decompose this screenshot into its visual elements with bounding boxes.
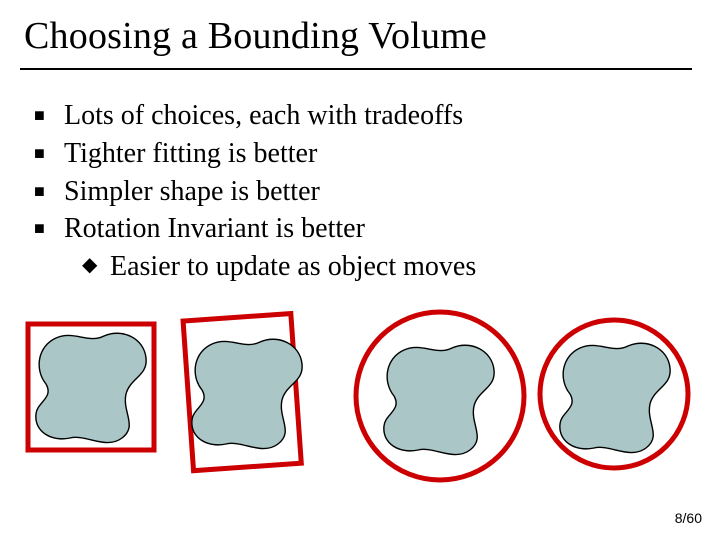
bullet-text: Lots of choices, each with tradeoffs — [64, 98, 674, 134]
bullet-list: ■ Lots of choices, each with tradeoffs ■… — [34, 98, 674, 285]
illustration-row — [18, 308, 702, 488]
title-underline — [20, 68, 692, 70]
figure-obb — [183, 314, 302, 471]
figure-sphere-tight — [540, 320, 688, 468]
sub-list-item: ◆ Easier to update as object moves — [82, 249, 674, 285]
list-item: ■ Simpler shape is better — [34, 174, 674, 210]
diamond-bullet-icon: ◆ — [82, 249, 110, 279]
list-item: ■ Lots of choices, each with tradeoffs — [34, 98, 674, 134]
bullet-text: Rotation Invariant is better — [64, 211, 674, 247]
square-bullet-icon: ■ — [34, 211, 64, 240]
page-number: 8/60 — [675, 510, 702, 526]
square-bullet-icon: ■ — [34, 174, 64, 203]
sub-bullet-text: Easier to update as object moves — [110, 249, 674, 285]
bounding-volume-figure — [18, 308, 702, 488]
list-item: ■ Tighter fitting is better — [34, 136, 674, 172]
figure-sphere-loose — [356, 312, 524, 480]
bullet-text: Tighter fitting is better — [64, 136, 674, 172]
page-title: Choosing a Bounding Volume — [24, 14, 487, 58]
square-bullet-icon: ■ — [34, 136, 64, 165]
bullet-text: Simpler shape is better — [64, 174, 674, 210]
slide: Choosing a Bounding Volume ■ Lots of cho… — [0, 0, 720, 540]
list-item: ■ Rotation Invariant is better — [34, 211, 674, 247]
figure-aabb — [28, 324, 154, 450]
square-bullet-icon: ■ — [34, 98, 64, 127]
